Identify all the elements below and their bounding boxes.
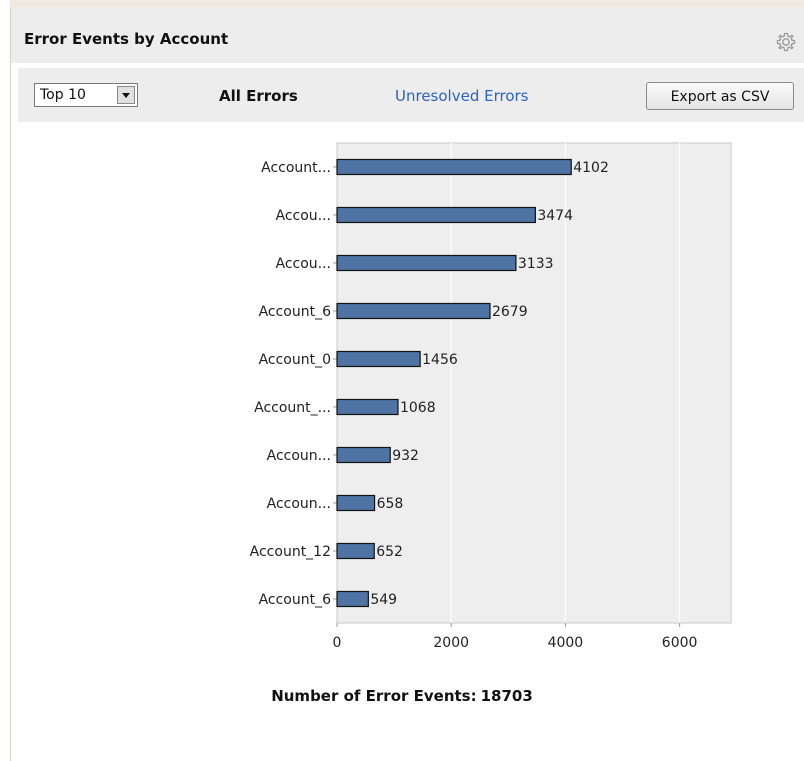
x-tick-label: 0 [333, 635, 342, 651]
data-label: 1068 [400, 400, 436, 416]
category-label: Account_0 [259, 352, 331, 368]
category-label: Account... [261, 160, 331, 176]
x-tick-label: 6000 [662, 635, 698, 651]
category-label: Account_6 [259, 592, 332, 608]
data-label: 3133 [518, 256, 554, 272]
bar [336, 206, 536, 224]
bar [336, 158, 572, 176]
bar [336, 254, 517, 272]
summary: Number of Error Events: 18703 [0, 687, 804, 705]
x-tick-label: 4000 [548, 635, 584, 651]
bar [336, 542, 375, 560]
data-label: 549 [370, 592, 397, 608]
category-label: Accou... [275, 256, 331, 272]
summary-label: Number of Error Events: [271, 687, 477, 705]
bar-chart: 0 2000 4000 6000 Account... 4102 Accou... 3474 A… [250, 142, 732, 651]
data-label: 932 [392, 448, 419, 464]
data-label: 2679 [492, 304, 528, 320]
data-label: 3474 [537, 208, 573, 224]
bar [336, 398, 399, 416]
data-label: 652 [376, 544, 403, 560]
category-label: Accou... [275, 208, 331, 224]
category-label: Accoun... [267, 496, 331, 512]
category-label: Account_... [254, 400, 331, 416]
bar [336, 494, 376, 512]
x-tick-label: 2000 [433, 635, 469, 651]
bar [336, 350, 421, 368]
data-label: 4102 [573, 160, 609, 176]
category-label: Account_6 [259, 304, 332, 320]
bar [336, 446, 391, 464]
bar [336, 302, 491, 320]
category-label: Account_12 [250, 544, 331, 560]
data-label: 658 [377, 496, 404, 512]
data-label: 1456 [422, 352, 458, 368]
summary-value: 18703 [480, 687, 533, 705]
category-label: Accoun... [267, 448, 331, 464]
bar [336, 590, 369, 608]
